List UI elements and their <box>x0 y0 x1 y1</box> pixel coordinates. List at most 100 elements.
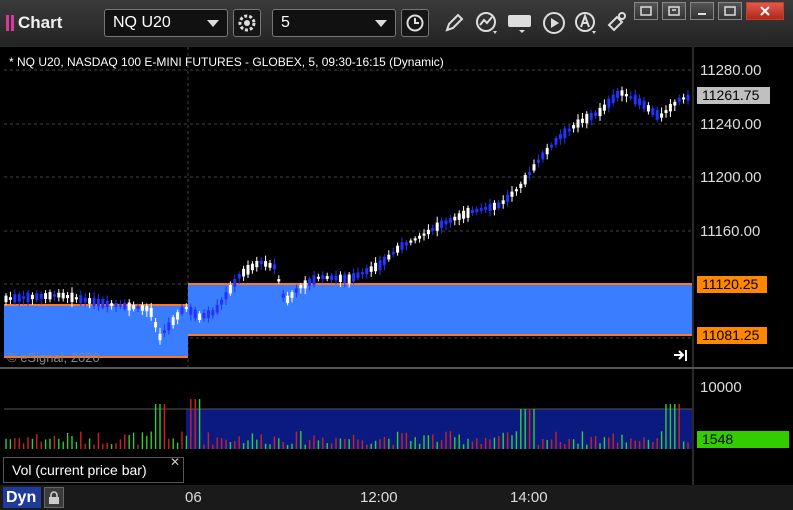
candle-body <box>572 125 576 129</box>
last-price-tag: 11261.75 <box>697 87 770 104</box>
study-icon <box>476 12 497 34</box>
candle-body <box>325 276 329 279</box>
clock-icon <box>406 14 424 32</box>
candle-body <box>558 134 562 140</box>
candle-body <box>528 172 532 176</box>
close-button[interactable] <box>746 2 784 20</box>
candle-body <box>312 275 316 285</box>
chevron-down-icon <box>375 20 387 27</box>
candle-body <box>88 298 92 304</box>
pin-window-button[interactable] <box>634 2 658 20</box>
close-icon <box>760 6 770 16</box>
candle-body <box>510 191 514 197</box>
candle-body <box>466 207 470 218</box>
candle-body <box>422 233 426 236</box>
candle-body <box>356 272 360 279</box>
candle-body <box>17 294 21 302</box>
restore-window-button[interactable] <box>662 2 686 20</box>
candle-body <box>294 288 298 293</box>
price-tick: 11280.00 <box>700 62 762 79</box>
minimize-button[interactable] <box>690 2 714 20</box>
candle-body <box>308 278 312 286</box>
alerts-button[interactable] <box>572 9 600 37</box>
time-tick: 06 <box>185 489 202 506</box>
lock-button[interactable] <box>44 487 64 508</box>
candle-body <box>576 119 580 128</box>
price-tick: 11160.00 <box>700 223 761 240</box>
current-volume-tag: 1548 <box>697 431 789 448</box>
draw-tool-button[interactable] <box>440 9 468 37</box>
candle-body <box>646 105 650 112</box>
candle-body <box>484 206 488 210</box>
candle-body <box>598 107 602 117</box>
candle-body <box>277 279 281 282</box>
candle-body <box>387 254 391 260</box>
candle-body <box>343 274 347 283</box>
candle-body <box>686 94 690 101</box>
candle-body <box>105 300 109 308</box>
candle-body <box>352 273 356 282</box>
candle-body <box>396 245 400 253</box>
chart-settings-button[interactable] <box>233 9 261 37</box>
candle-body <box>268 262 272 268</box>
candle-body <box>444 220 448 225</box>
candle-body <box>611 94 615 103</box>
candle-body <box>228 284 232 294</box>
candle-body <box>118 304 122 307</box>
candle-body <box>224 292 228 300</box>
candle-body <box>594 112 598 116</box>
candle-body <box>334 275 338 281</box>
candle-body <box>378 260 382 270</box>
candle-body <box>453 216 457 221</box>
candle-body <box>682 97 686 100</box>
interval-value: 5 <box>281 14 290 31</box>
candle-body <box>211 310 215 316</box>
candle-body <box>488 203 492 211</box>
candle-body <box>470 209 474 214</box>
candle-body <box>246 264 250 275</box>
candle-body <box>440 220 444 229</box>
candle-body <box>162 330 166 334</box>
maximize-button[interactable] <box>718 2 742 20</box>
layout-tab[interactable]: Dyn <box>3 487 41 508</box>
replay-button[interactable] <box>540 9 568 37</box>
candle-body <box>83 297 87 303</box>
restore-icon <box>668 6 680 16</box>
candle-body <box>237 273 241 279</box>
candle-body <box>409 240 413 243</box>
play-icon <box>543 12 565 34</box>
candle-body <box>624 94 628 97</box>
pin-icon <box>640 6 652 16</box>
studies-button[interactable] <box>473 9 501 37</box>
time-template-button[interactable] <box>401 9 429 37</box>
candle-body <box>92 297 96 306</box>
candle-body <box>290 292 294 298</box>
candle-body <box>338 274 342 283</box>
symbol-selector[interactable]: NQ U20 <box>104 9 228 37</box>
price-chart-canvas[interactable] <box>0 47 793 488</box>
chart-description: * NQ U20, NASDAQ 100 E-MINI FUTURES - GL… <box>9 55 444 69</box>
candle-body <box>286 295 290 304</box>
candle-body <box>391 251 395 255</box>
volume-study-label[interactable]: Vol (current price bar) <box>3 457 184 483</box>
candle-body <box>585 113 589 124</box>
candle-body <box>523 175 527 185</box>
candle-body <box>479 207 483 211</box>
candle-body <box>198 313 202 321</box>
scroll-to-end-icon[interactable] <box>674 350 687 361</box>
candle-body <box>250 263 254 271</box>
interval-selector[interactable]: 5 <box>272 9 396 37</box>
price-tick: 11200.00 <box>700 169 762 186</box>
upper-level-tag: 11120.25 <box>697 276 767 293</box>
candle-body <box>457 213 461 220</box>
candle-body <box>677 97 681 102</box>
lock-icon <box>49 490 59 504</box>
lower-level-tag: 11081.25 <box>697 327 767 344</box>
candle-body <box>140 305 144 311</box>
close-study-icon[interactable]: ✕ <box>170 455 180 469</box>
link-button[interactable] <box>603 9 631 37</box>
candle-body <box>35 293 39 300</box>
candle-body <box>554 138 558 145</box>
get-data-button[interactable] <box>507 9 535 37</box>
candle-body <box>492 202 496 210</box>
